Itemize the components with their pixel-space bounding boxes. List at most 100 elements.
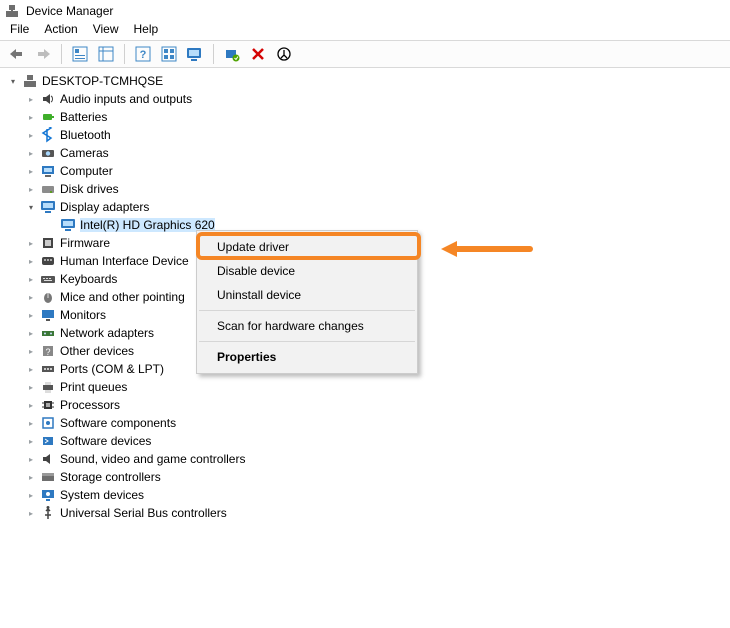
expand-toggle-icon[interactable] <box>6 74 20 88</box>
tree-item-label: Intel(R) HD Graphics 620 <box>80 218 215 232</box>
tree-item-label: Cameras <box>60 146 109 160</box>
expand-toggle-icon[interactable] <box>24 344 38 358</box>
tree-spacer <box>44 218 58 232</box>
menu-view[interactable]: View <box>93 22 119 36</box>
tree-category-computer[interactable]: Computer <box>2 162 728 180</box>
tree-category-disk[interactable]: Disk drives <box>2 180 728 198</box>
tree-item-label: Firmware <box>60 236 110 250</box>
context-menu-uninstall-device[interactable]: Uninstall device <box>197 283 417 307</box>
context-menu-scan[interactable]: Scan for hardware changes <box>197 314 417 338</box>
tree-item-label: Storage controllers <box>60 470 161 484</box>
tree-item-label: Network adapters <box>60 326 154 340</box>
tree-category-storage[interactable]: Storage controllers <box>2 468 728 486</box>
other-icon: ? <box>40 343 56 359</box>
toolbar-divider <box>124 44 125 64</box>
expand-toggle-icon[interactable] <box>24 236 38 250</box>
tree-item-label: Computer <box>60 164 113 178</box>
tree-item-label: Display adapters <box>60 200 149 214</box>
tree-item-label: Sound, video and game controllers <box>60 452 245 466</box>
display-icon <box>60 217 76 233</box>
tree-category-bluetooth[interactable]: Bluetooth <box>2 126 728 144</box>
tree-category-battery[interactable]: Batteries <box>2 108 728 126</box>
tree-item-label: DESKTOP-TCMHQSE <box>42 74 163 88</box>
tree-item-label: Software components <box>60 416 176 430</box>
tree-item-label: Human Interface Device <box>60 254 189 268</box>
tree-item-label: Universal Serial Bus controllers <box>60 506 227 520</box>
tree-category-system[interactable]: System devices <box>2 486 728 504</box>
expand-toggle-icon[interactable] <box>24 362 38 376</box>
window-titlebar: Device Manager <box>0 0 730 20</box>
tree-category-usb[interactable]: Universal Serial Bus controllers <box>2 504 728 522</box>
tree-item-label: Ports (COM & LPT) <box>60 362 164 376</box>
toolbar-uninstall-button[interactable] <box>247 43 269 65</box>
context-menu-disable-device[interactable]: Disable device <box>197 259 417 283</box>
expand-toggle-icon[interactable] <box>24 308 38 322</box>
tree-item-label: Other devices <box>60 344 134 358</box>
expand-toggle-icon[interactable] <box>24 416 38 430</box>
tree-item-label: Disk drives <box>60 182 119 196</box>
tree-root[interactable]: DESKTOP-TCMHQSE <box>2 72 728 90</box>
tree-category-sound[interactable]: Sound, video and game controllers <box>2 450 728 468</box>
context-menu-update-driver[interactable]: Update driver <box>197 235 417 259</box>
tree-item-label: Keyboards <box>60 272 117 286</box>
expand-toggle-icon[interactable] <box>24 380 38 394</box>
expand-toggle-icon[interactable] <box>24 434 38 448</box>
menu-file[interactable]: File <box>10 22 29 36</box>
expand-toggle-icon[interactable] <box>24 506 38 520</box>
tree-item-label: Mice and other pointing <box>60 290 185 304</box>
mouse-icon <box>40 289 56 305</box>
swdev-icon <box>40 433 56 449</box>
expand-toggle-icon[interactable] <box>24 452 38 466</box>
display-icon <box>40 199 56 215</box>
expand-toggle-icon[interactable] <box>24 200 38 214</box>
menu-action[interactable]: Action <box>44 22 77 36</box>
expand-toggle-icon[interactable] <box>24 398 38 412</box>
tree-item-label: System devices <box>60 488 144 502</box>
expand-toggle-icon[interactable] <box>24 488 38 502</box>
tree-item-label: Print queues <box>60 380 127 394</box>
toolbar-show-hidden-button[interactable] <box>69 43 91 65</box>
hid-icon <box>40 253 56 269</box>
toolbar-icons-button[interactable] <box>158 43 180 65</box>
tree-category-speaker[interactable]: Audio inputs and outputs <box>2 90 728 108</box>
storage-icon <box>40 469 56 485</box>
tree-category-printer[interactable]: Print queues <box>2 378 728 396</box>
expand-toggle-icon[interactable] <box>24 470 38 484</box>
firmware-icon <box>40 235 56 251</box>
computer-icon <box>40 163 56 179</box>
expand-toggle-icon[interactable] <box>24 164 38 178</box>
sound-icon <box>40 451 56 467</box>
toolbar-properties-button[interactable] <box>95 43 117 65</box>
tree-item-label: Software devices <box>60 434 151 448</box>
device-manager-icon <box>4 3 20 19</box>
toolbar-back-button[interactable] <box>6 43 28 65</box>
context-menu-separator <box>199 341 415 342</box>
toolbar-forward-button[interactable] <box>32 43 54 65</box>
expand-toggle-icon[interactable] <box>24 146 38 160</box>
monitor-icon <box>40 307 56 323</box>
expand-toggle-icon[interactable] <box>24 254 38 268</box>
tree-category-camera[interactable]: Cameras <box>2 144 728 162</box>
expand-toggle-icon[interactable] <box>24 290 38 304</box>
expand-toggle-icon[interactable] <box>24 182 38 196</box>
toolbar-scan-button[interactable] <box>221 43 243 65</box>
menu-help[interactable]: Help <box>134 22 159 36</box>
expand-toggle-icon[interactable] <box>24 128 38 142</box>
menubar: File Action View Help <box>0 20 730 40</box>
tree-item-label: Processors <box>60 398 120 412</box>
toolbar-update-button[interactable] <box>273 43 295 65</box>
expand-toggle-icon[interactable] <box>24 92 38 106</box>
tree-category-swcomp[interactable]: Software components <box>2 414 728 432</box>
toolbar-device-button[interactable] <box>184 43 206 65</box>
tree-category-cpu[interactable]: Processors <box>2 396 728 414</box>
toolbar-divider <box>61 44 62 64</box>
expand-toggle-icon[interactable] <box>24 272 38 286</box>
context-menu-properties[interactable]: Properties <box>197 345 417 369</box>
toolbar-help-button[interactable]: ? <box>132 43 154 65</box>
expand-toggle-icon[interactable] <box>24 110 38 124</box>
context-menu: Update driver Disable device Uninstall d… <box>196 230 418 374</box>
tree-category-display[interactable]: Display adapters <box>2 198 728 216</box>
tree-category-swdev[interactable]: Software devices <box>2 432 728 450</box>
expand-toggle-icon[interactable] <box>24 326 38 340</box>
battery-icon <box>40 109 56 125</box>
